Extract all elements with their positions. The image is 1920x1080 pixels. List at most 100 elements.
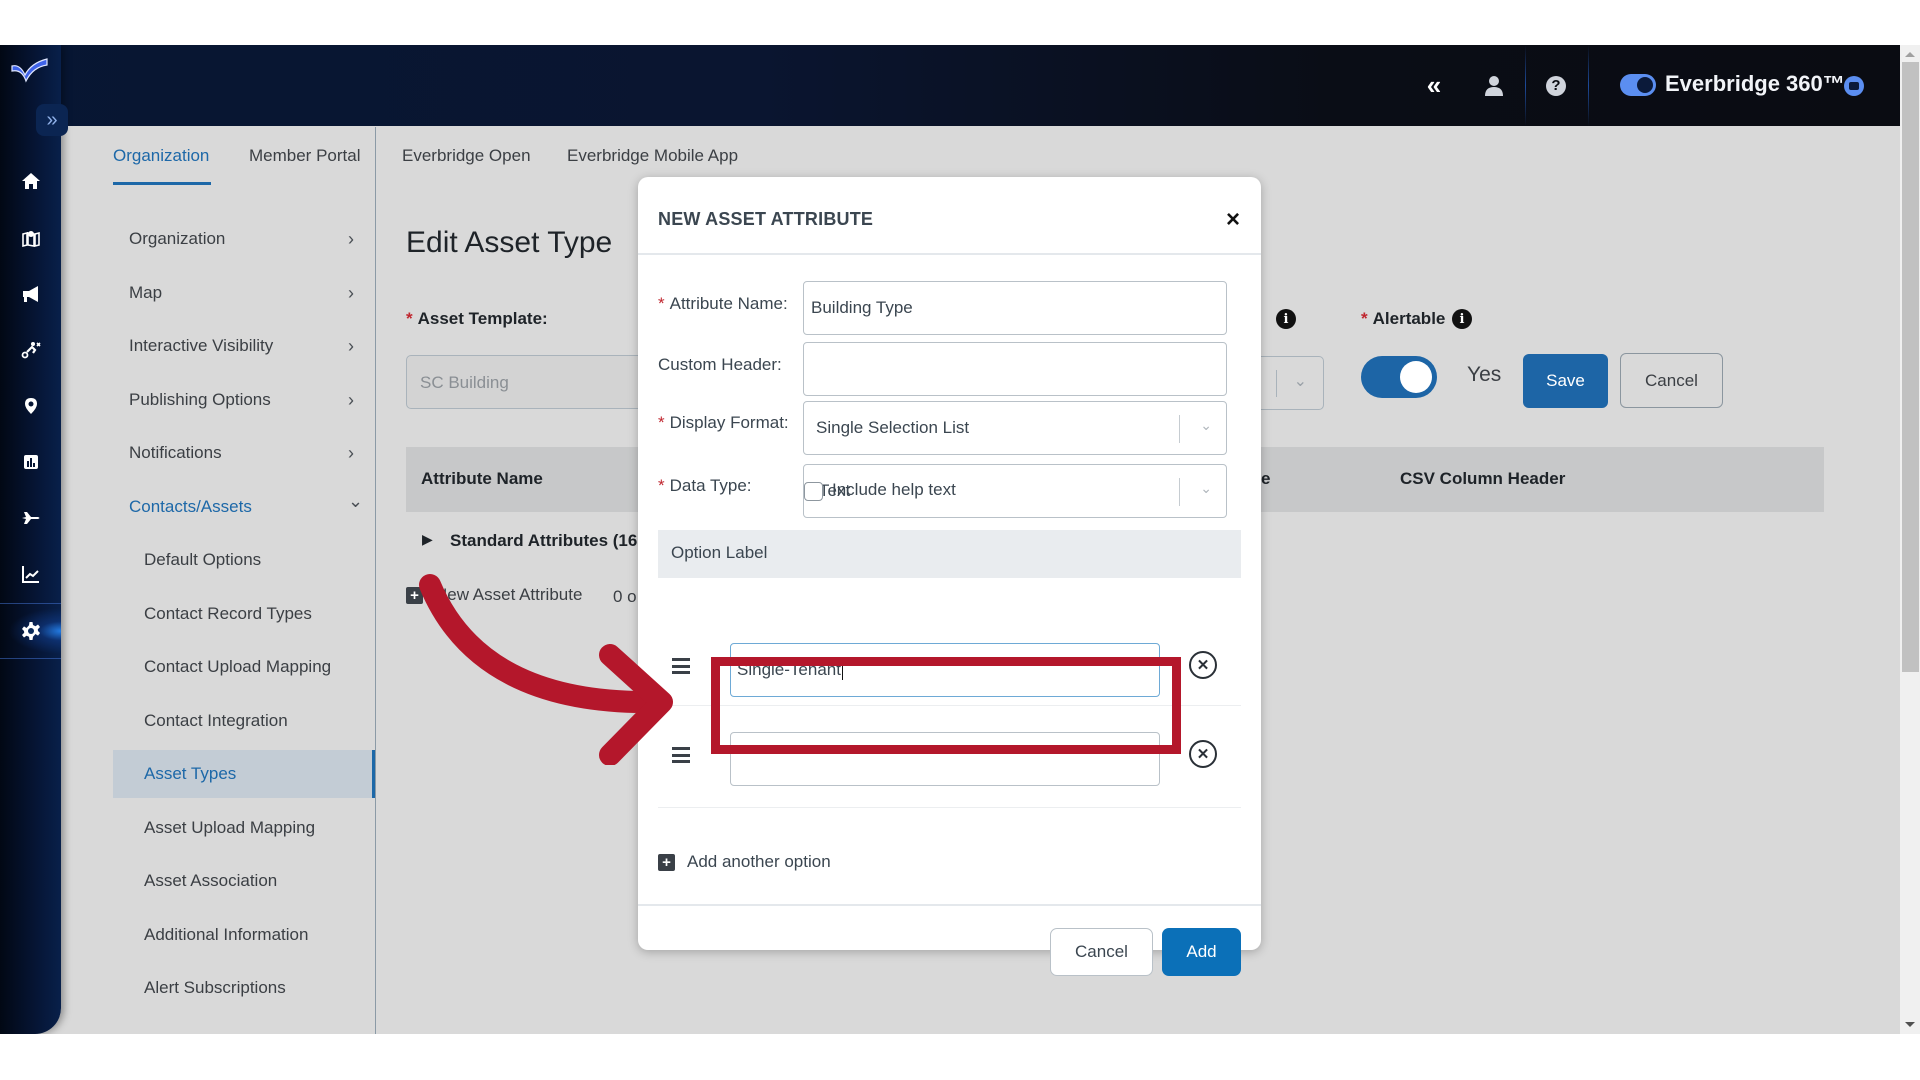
info-icon[interactable]: i [1452,309,1472,329]
collapse-left-icon[interactable]: « [1416,45,1452,126]
chevron-down-icon: ⌄ [1200,480,1212,496]
save-button[interactable]: Save [1523,354,1608,408]
scrollbar-thumb[interactable] [1902,62,1919,672]
required-marker: * [658,476,665,495]
select-separator [1276,370,1277,397]
chevron-right-icon: › [348,336,354,356]
modal-add-button[interactable]: Add [1162,928,1241,976]
nav-label: Publishing Options [129,390,271,409]
label-text: Attribute Name: [669,294,788,313]
expand-rail-button[interactable]: » [36,104,68,136]
drag-handle-icon[interactable] [672,658,692,674]
drag-handle-icon[interactable] [672,747,692,763]
add-option-label: Add another option [687,852,831,871]
nav-label: Organization [129,229,226,248]
nav-label: Map [129,283,163,302]
display-format-select[interactable]: Single Selection List ⌄ [803,401,1227,455]
nav-default-options[interactable]: Default Options [144,545,390,575]
attribute-name-input[interactable]: Building Type [803,281,1227,335]
help-icon[interactable]: ? [1538,45,1574,126]
column-attribute-name: Attribute Name [421,469,543,488]
add-another-option-button[interactable]: + Add another option [658,852,831,872]
label-text: Alertable [1372,309,1446,328]
tab-organization[interactable]: Organization [113,146,209,166]
cancel-button[interactable]: Cancel [1620,353,1723,408]
label-text: Data Type: [669,476,752,495]
custom-header-label: Custom Header: [658,355,782,374]
tab-everbridge-open[interactable]: Everbridge Open [402,146,531,166]
column-partial: e [1261,469,1271,488]
chat-icon[interactable] [1844,76,1864,96]
new-asset-attribute-button[interactable]: + New Asset Attribute [406,585,582,605]
report-icon[interactable] [0,442,61,482]
attribute-name-label: * Attribute Name: [658,294,788,314]
nav-notifications[interactable]: Notifications [129,438,375,468]
include-help-text-label: Include help text [832,480,956,499]
user-icon[interactable] [1476,45,1512,126]
info-icon[interactable]: i [1276,309,1296,329]
display-format-label: * Display Format: [658,413,789,433]
modal-cancel-button[interactable]: Cancel [1050,928,1153,976]
megaphone-icon[interactable] [0,274,61,314]
travel-icon[interactable] [0,498,61,538]
remove-option-icon[interactable]: ✕ [1189,651,1217,679]
map-icon[interactable] [0,218,61,258]
nav-divider [375,127,376,1034]
include-help-text-checkbox[interactable] [804,482,823,501]
nav-contact-record-types[interactable]: Contact Record Types [144,599,390,629]
analytics-icon[interactable] [0,554,61,594]
required-marker: * [658,413,665,432]
text-cursor [841,660,843,680]
row-divider [658,807,1241,808]
required-marker: * [406,309,413,328]
data-type-label: * Data Type: [658,476,752,496]
nav-contact-upload-mapping[interactable]: Contact Upload Mapping [144,652,390,682]
attribute-count: 0 o [613,587,637,606]
asset-template-label: * Asset Template: [406,309,548,329]
column-csv-header: CSV Column Header [1400,469,1566,488]
label-text: Asset Template: [417,309,548,328]
page-title: Edit Asset Type [406,226,613,259]
nav-asset-types[interactable]: Asset Types [144,759,390,789]
alertable-label: * Alertable [1361,309,1445,329]
nav-organization[interactable]: Organization [129,224,375,254]
alertable-toggle[interactable] [1361,356,1437,398]
bottom-whitespace [0,1034,1920,1080]
modal-title: NEW ASSET ATTRIBUTE [658,209,874,229]
close-icon[interactable]: × [1221,205,1245,235]
home-icon[interactable] [0,161,61,201]
nav-interactive-visibility[interactable]: Interactive Visibility [129,331,375,361]
location-pin-icon[interactable] [0,386,61,426]
standard-attributes-group[interactable]: Standard Attributes (16 [450,531,637,551]
option-value: Single-Tenant [737,660,841,679]
nav-map[interactable]: Map [129,278,375,308]
nav-alert-subscriptions[interactable]: Alert Subscriptions [144,973,390,1003]
scroll-down-icon[interactable] [1905,1022,1915,1027]
tab-member-portal[interactable]: Member Portal [249,146,360,166]
option-2-input[interactable] [730,732,1160,786]
modal-header-divider [638,253,1261,255]
nav-contact-integration[interactable]: Contact Integration [144,706,390,736]
alertable-value: Yes [1467,363,1502,386]
settings-icon[interactable] [0,611,61,651]
nav-contacts-assets[interactable]: Contacts/Assets [129,492,375,522]
nav-publishing-options[interactable]: Publishing Options [129,385,375,415]
incident-icon[interactable] [0,330,61,370]
nav-asset-association[interactable]: Asset Association [144,866,390,896]
nav-label: Contacts/Assets [129,497,252,516]
remove-option-icon[interactable]: ✕ [1189,740,1217,768]
tab-everbridge-mobile-app[interactable]: Everbridge Mobile App [567,146,738,166]
row-divider [658,705,1241,706]
custom-header-input[interactable] [803,342,1227,396]
chevron-right-icon: › [348,443,354,463]
expand-caret-icon[interactable]: ▶ [422,531,433,548]
nav-asset-upload-mapping[interactable]: Asset Upload Mapping [144,813,390,843]
option-1-input[interactable]: Single-Tenant [730,643,1160,697]
new-attribute-label: New Asset Attribute [435,585,583,604]
nav-additional-information[interactable]: Additional Information [144,920,390,950]
plus-icon: + [406,586,423,604]
asset-template-input[interactable]: SC Building [406,355,656,409]
active-tab-indicator [113,182,211,185]
scroll-up-icon[interactable] [1905,52,1915,57]
brand-toggle[interactable] [1620,74,1656,96]
